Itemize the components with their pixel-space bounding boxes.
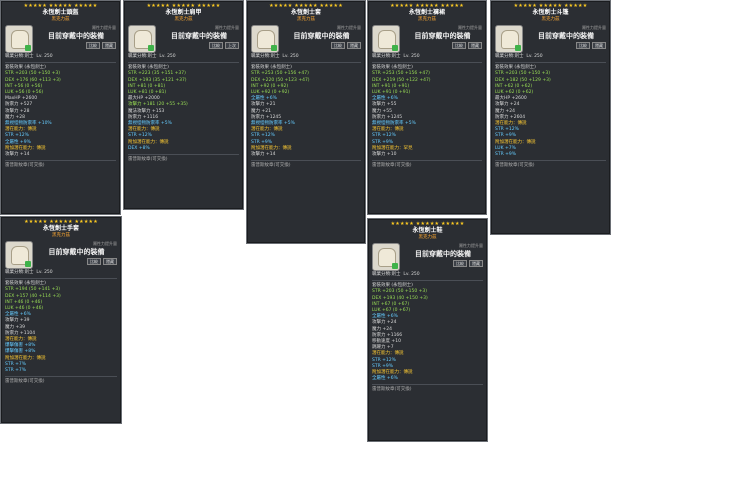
hide-button[interactable]: 隱藏 (469, 260, 483, 267)
lock-icon (392, 45, 398, 51)
stat-line: STR +9% (495, 152, 517, 158)
tooltip-shoulder: ★★★★★ ★★★★★ ★★★★★ 永恆劍士肩甲 黑克力茲 屬性力提升量 目前穿戴中的裝… (123, 0, 244, 210)
item-icon (372, 25, 400, 53)
job-line: 職業分類:劍士 Lv. 250 (5, 270, 53, 275)
footer-note: 雷普斯紋章(可交換) (372, 163, 412, 169)
item-name: 永恆劍士鞋 (412, 227, 443, 234)
divider (372, 384, 483, 386)
divider (372, 62, 482, 64)
item-name: 永恆劍士套 (290, 9, 321, 16)
item-icon (372, 243, 400, 271)
divider (495, 62, 606, 64)
job-line: 職業分類:劍士 Lv. 250 (5, 54, 53, 59)
stat-line: 全屬性 +6% (372, 376, 398, 382)
equipped-label: 目前穿戴中的裝備 (293, 32, 350, 40)
hide-button[interactable]: 隱藏 (103, 258, 117, 265)
equipped-label: 目前穿戴中的裝備 (414, 32, 471, 40)
equipped-label: 目前穿戴中的裝備 (48, 248, 105, 256)
job-line: 職業分類:劍士 Lv. 250 (251, 54, 299, 59)
divider (128, 62, 239, 64)
job-line: 職業分類:劍士 Lv. 250 (372, 54, 420, 59)
equipped-label: 目前穿戴中的裝備 (171, 32, 227, 40)
compare-button[interactable]: 比較 (86, 42, 100, 49)
footer-note: 雷普斯紋章(可交換) (128, 157, 168, 163)
item-icon (5, 25, 33, 53)
tooltip-top: ★★★★★ ★★★★★ ★★★★★ 永恆劍士套 黑克力茲 屬性力提升量 目前穿戴中的裝備… (246, 0, 366, 244)
divider (251, 62, 361, 64)
compare-button[interactable]: 比較 (453, 260, 467, 267)
compare-button[interactable]: 比較 (331, 42, 345, 49)
footer-note: 雷普斯紋章(可交換) (5, 379, 45, 385)
footer-note: 雷普斯紋章(可交換) (372, 387, 412, 393)
lock-icon (271, 45, 277, 51)
stat-line: 攻擊力 +10 (372, 152, 397, 158)
item-icon (5, 241, 33, 269)
hide-button[interactable]: 隱藏 (468, 42, 482, 49)
stat-line: STR +7% (5, 368, 27, 374)
divider (5, 376, 117, 378)
stat-line: DEX +8% (128, 145, 150, 151)
equipped-label: 目前穿戴中的裝備 (538, 32, 594, 40)
equipped-label: 目前穿戴中的裝備 (415, 250, 471, 258)
lock-icon (148, 45, 154, 51)
footer-note: 雷普斯紋章(可交換) (5, 163, 45, 169)
tooltip-shoe: ★★★★★ ★★★★★ ★★★★★ 永恆劍士鞋 黑克力茲 屬性力提升量 目前穿戴中的裝備… (367, 218, 488, 442)
item-icon (495, 25, 523, 53)
item-name: 永恆劍士手套 (42, 225, 79, 232)
hide-button[interactable]: 隱藏 (102, 42, 116, 49)
compare-button[interactable]: 比較 (87, 258, 101, 265)
stat-line: 攻擊力 +14 (251, 152, 276, 158)
divider (5, 62, 116, 64)
divider (5, 160, 116, 162)
job-line: 職業分類:劍士 Lv. 250 (128, 54, 176, 59)
divider (372, 160, 482, 162)
item-name: 永恆劍士褲裙 (408, 9, 445, 16)
compare-button[interactable]: 比較 (576, 42, 590, 49)
item-name: 永恆劍士斗篷 (532, 9, 569, 16)
tooltip-hat: ★★★★★ ★★★★★ ★★★★★ 永恆劍士頭盔 黑克力茲 屬性力提升量 目前穿戴中的裝… (0, 0, 121, 215)
item-icon (251, 25, 279, 53)
compare-button[interactable]: 比較 (452, 42, 466, 49)
tooltip-bottom: ★★★★★ ★★★★★ ★★★★★ 永恆劍士褲裙 黑克力茲 屬性力提升量 目前穿戴中的裝… (367, 0, 487, 215)
hide-button[interactable]: 上次 (225, 42, 239, 49)
item-name: 永恆劍士頭盔 (42, 9, 79, 16)
stat-line: 攻擊力 +14 (5, 152, 30, 158)
divider (128, 154, 239, 156)
footer-note: 雷普斯紋章(可交換) (251, 163, 291, 169)
divider (495, 160, 606, 162)
hide-button[interactable]: 隱藏 (592, 42, 606, 49)
job-line: 職業分類:劍士 Lv. 250 (372, 272, 420, 277)
tooltip-glove: ★★★★★ ★★★★★ ★★★★★ 永恆劍士手套 黑克力茲 屬性力提升量 目前穿戴中的裝… (0, 216, 122, 424)
divider (5, 278, 117, 280)
compare-button[interactable]: 比較 (209, 42, 223, 49)
lock-icon (515, 45, 521, 51)
hide-button[interactable]: 隱藏 (347, 42, 361, 49)
divider (251, 160, 361, 162)
footer-note: 雷普斯紋章(可交換) (495, 163, 535, 169)
divider (372, 280, 483, 282)
lock-icon (25, 45, 31, 51)
job-line: 職業分類:劍士 Lv. 250 (495, 54, 543, 59)
equipped-label: 目前穿戴中的裝備 (48, 32, 104, 40)
tooltip-cape: ★★★★★ ★★★★★ ★★★★★ 永恆劍士斗篷 黑克力茲 屬性力提升量 目前穿戴中的裝… (490, 0, 611, 235)
item-name: 永恆劍士肩甲 (165, 9, 202, 16)
item-icon (128, 25, 156, 53)
lock-icon (25, 261, 31, 267)
lock-icon (392, 263, 398, 269)
